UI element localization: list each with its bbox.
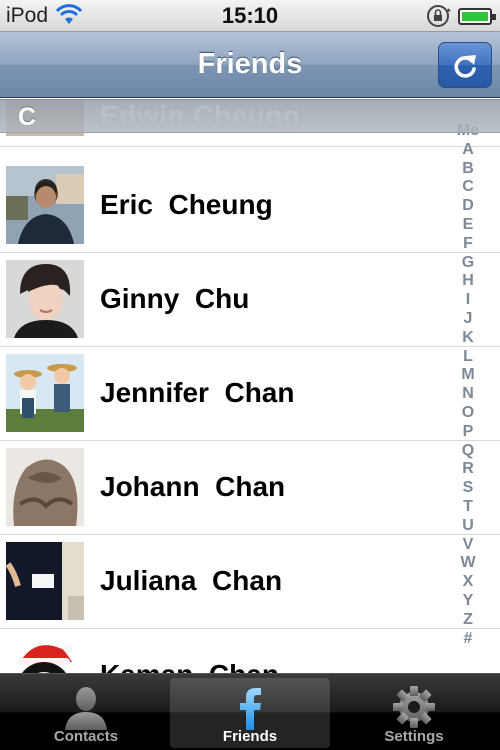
index-letter[interactable]: T bbox=[448, 498, 488, 517]
index-letter[interactable]: Q bbox=[448, 442, 488, 461]
index-letter[interactable]: L bbox=[448, 348, 488, 367]
index-letter[interactable]: I bbox=[448, 291, 488, 310]
list-item[interactable]: Kaman Chan bbox=[0, 629, 500, 673]
index-letter[interactable]: B bbox=[448, 160, 488, 179]
status-bar: iPod 15:10 bbox=[0, 0, 500, 32]
index-letter[interactable]: M bbox=[448, 366, 488, 385]
list-item[interactable]: Johann Chan bbox=[0, 441, 500, 535]
index-letter[interactable]: G bbox=[448, 254, 488, 273]
refresh-button[interactable] bbox=[438, 42, 492, 88]
index-letter[interactable]: F bbox=[448, 235, 488, 254]
index-letter[interactable]: O bbox=[448, 404, 488, 423]
index-letter[interactable]: D bbox=[448, 197, 488, 216]
section-header-letter: C bbox=[18, 103, 37, 131]
friend-name: Johann Chan bbox=[100, 471, 286, 502]
friend-name: Kaman Chan bbox=[100, 659, 279, 673]
page-title: Friends bbox=[197, 48, 303, 80]
avatar bbox=[6, 448, 84, 526]
tab-label: Settings bbox=[384, 728, 444, 745]
nav-bar: Friends bbox=[0, 32, 500, 98]
avatar bbox=[6, 354, 84, 432]
battery-charging-icon bbox=[458, 8, 496, 25]
list-item[interactable]: Juliana Chan bbox=[0, 535, 500, 629]
list-item[interactable]: Ginny Chu bbox=[0, 253, 500, 347]
section-header: C Edwin Cheung bbox=[0, 99, 500, 133]
tab-bar: Contacts Friends Settings bbox=[0, 673, 500, 750]
list-item[interactable]: Eric Cheung bbox=[0, 159, 500, 253]
index-letter[interactable]: P bbox=[448, 423, 488, 442]
index-letter[interactable]: S bbox=[448, 479, 488, 498]
avatar bbox=[6, 166, 84, 244]
avatar bbox=[6, 636, 84, 673]
tab-friends[interactable]: Friends bbox=[170, 678, 330, 748]
index-letter[interactable]: H bbox=[448, 272, 488, 291]
section-index[interactable]: MeABCDEFGHIJKLMNOPQRSTUVWXYZ# bbox=[448, 122, 488, 648]
index-letter[interactable]: U bbox=[448, 517, 488, 536]
list-item[interactable]: Jennifer Chan bbox=[0, 347, 500, 441]
friend-name: Ginny Chu bbox=[100, 283, 250, 314]
index-letter[interactable]: J bbox=[448, 310, 488, 329]
friend-name: Juliana Chan bbox=[100, 565, 283, 596]
index-letter[interactable]: X bbox=[448, 573, 488, 592]
status-time: 15:10 bbox=[221, 3, 279, 28]
refresh-icon bbox=[454, 55, 476, 78]
avatar bbox=[6, 542, 84, 620]
index-letter[interactable]: N bbox=[448, 385, 488, 404]
tab-contacts[interactable]: Contacts bbox=[6, 678, 166, 748]
index-letter[interactable]: K bbox=[448, 329, 488, 348]
index-letter[interactable]: V bbox=[448, 536, 488, 555]
index-letter[interactable]: E bbox=[448, 216, 488, 235]
partial-row-name: Edwin Cheung bbox=[100, 100, 301, 131]
tab-label: Contacts bbox=[53, 728, 119, 745]
index-letter[interactable]: W bbox=[448, 554, 488, 573]
friend-name: Jennifer Chan bbox=[100, 377, 295, 408]
friends-list[interactable]: C Edwin Cheung Eric Cheung Ginny Chu Jen… bbox=[0, 99, 500, 673]
index-letter[interactable]: A bbox=[448, 141, 488, 160]
index-letter[interactable]: # bbox=[448, 630, 488, 649]
tab-settings[interactable]: Settings bbox=[334, 678, 494, 748]
friend-name: Eric Cheung bbox=[100, 189, 273, 220]
tab-label: Friends bbox=[222, 728, 278, 745]
index-letter[interactable]: C bbox=[448, 178, 488, 197]
index-letter[interactable]: Z bbox=[448, 611, 488, 630]
orientation-lock-icon bbox=[426, 4, 452, 33]
index-letter[interactable]: Y bbox=[448, 592, 488, 611]
avatar bbox=[6, 260, 84, 338]
index-letter[interactable]: R bbox=[448, 460, 488, 479]
